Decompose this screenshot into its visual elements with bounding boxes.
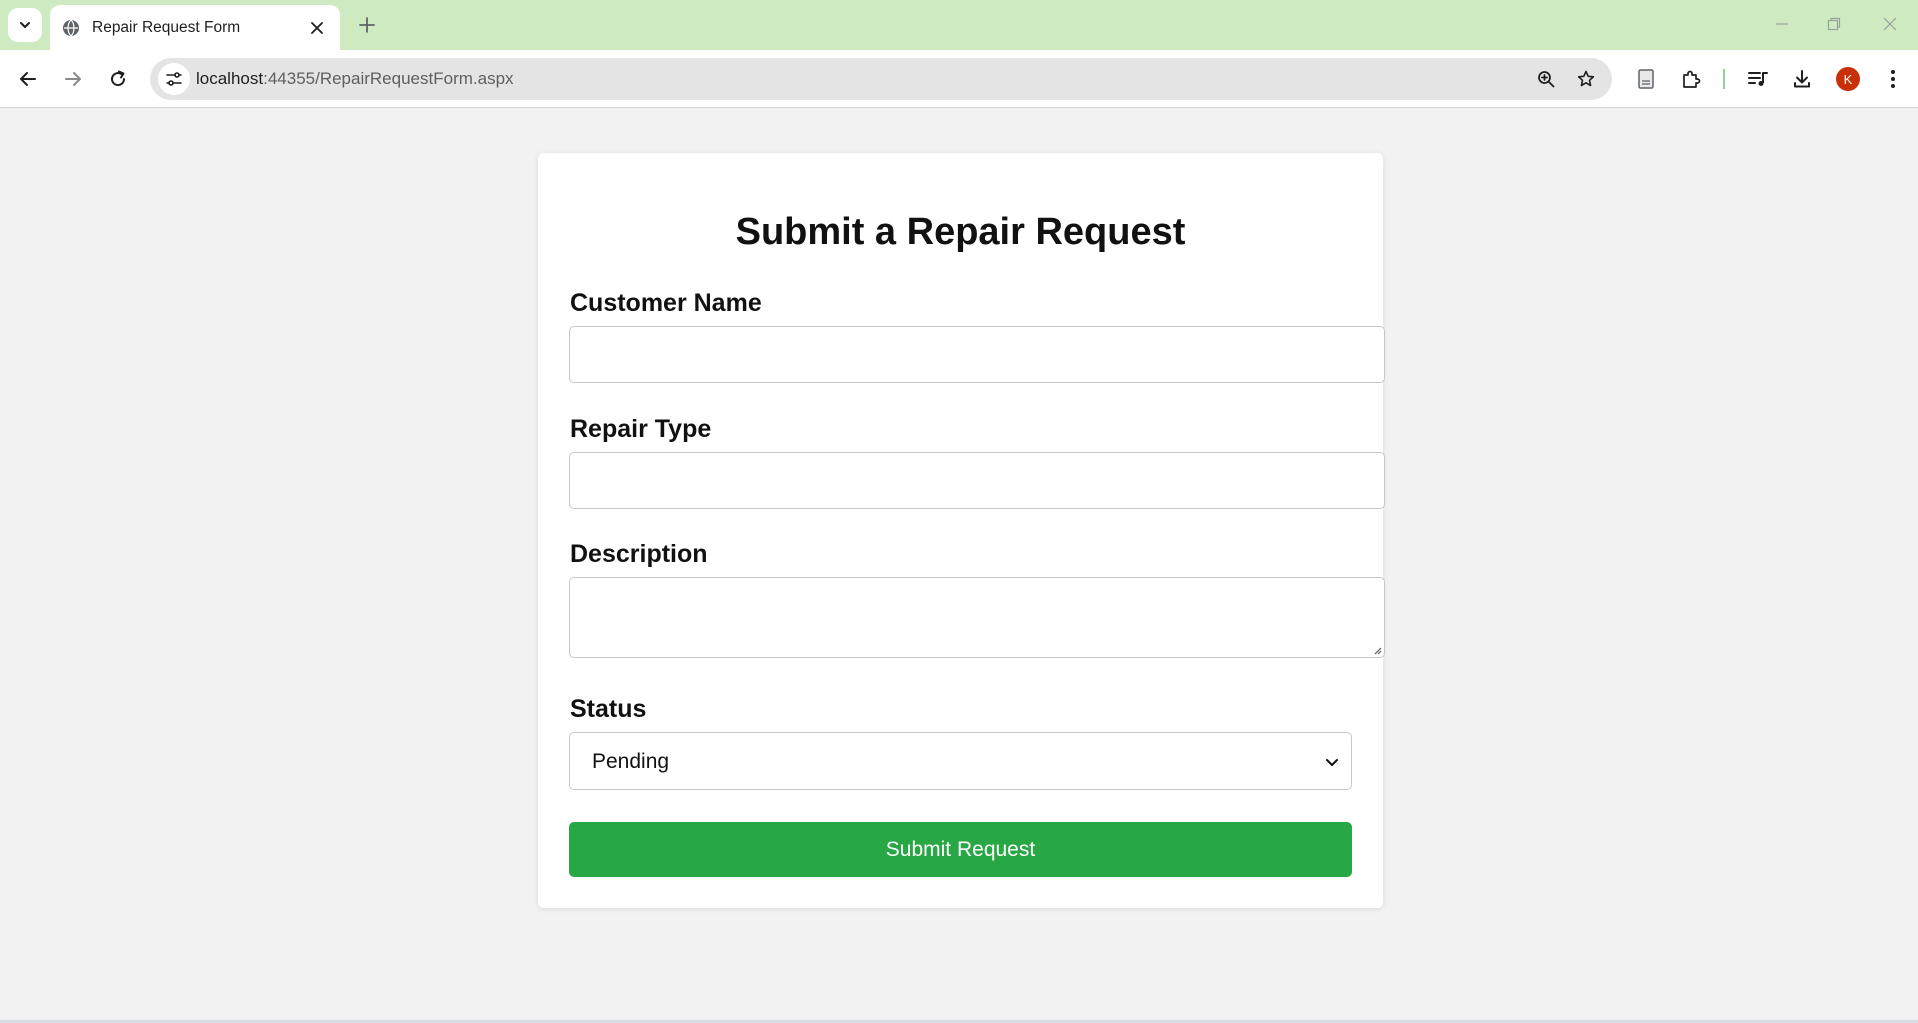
tab-close-icon[interactable] [306,17,328,39]
browser-tab[interactable]: Repair Request Form [50,5,340,50]
page-title: Submit a Repair Request [735,211,1186,253]
close-icon [1883,17,1897,31]
document-icon [1638,69,1654,89]
minimize-button[interactable] [1760,6,1804,42]
resize-grip-icon[interactable] [1372,645,1382,655]
arrow-left-icon [20,72,36,86]
reload-button[interactable] [100,61,136,97]
profile-avatar[interactable]: K [1836,67,1860,91]
zoom-button[interactable] [1530,63,1562,95]
tab-search-button[interactable] [8,8,42,42]
back-button[interactable] [10,61,46,97]
repair-request-card: Submit a Repair Request Customer Name Re… [538,153,1385,908]
site-info-button[interactable] [158,63,190,95]
url-path: :44355/RepairRequestForm.aspx [263,69,514,88]
description-label: Description [570,540,708,568]
customer-name-label: Customer Name [570,289,762,317]
reload-icon [111,70,126,87]
chevron-down-icon [20,22,30,28]
reading-mode-button[interactable] [1628,61,1664,97]
zoom-in-icon [1538,71,1555,88]
url-host: localhost [196,69,264,88]
more-vertical-icon [1891,70,1895,88]
new-tab-button[interactable] [352,10,382,40]
restore-icon [1827,17,1841,31]
repair-type-input[interactable] [569,452,1385,509]
downloads-button[interactable] [1784,61,1820,97]
url-text[interactable]: localhost:44355/RepairRequestForm.aspx [196,69,514,89]
customer-name-input[interactable] [569,326,1385,383]
address-bar[interactable]: localhost:44355/RepairRequestForm.aspx [150,58,1612,100]
download-icon [1794,70,1810,88]
bookmark-button[interactable] [1570,63,1602,95]
status-select[interactable]: Pending [569,732,1352,790]
chevron-down-icon [1323,753,1341,771]
plus-icon [359,17,375,33]
status-label: Status [570,695,647,723]
puzzle-icon [1683,70,1701,88]
restore-button[interactable] [1812,6,1856,42]
minimize-icon [1776,23,1788,25]
tune-icon [166,72,182,86]
tab-title: Repair Request Form [92,18,241,36]
browser-menu-button[interactable] [1875,61,1911,97]
submit-request-button[interactable]: Submit Request [569,822,1352,877]
media-controls-button[interactable] [1740,61,1776,97]
playlist-icon [1748,72,1768,86]
close-window-button[interactable] [1868,6,1912,42]
extensions-button[interactable] [1673,61,1709,97]
toolbar-divider [1723,69,1725,89]
browser-titlebar: Repair Request Form [0,0,1918,50]
arrow-right-icon [65,72,81,86]
browser-toolbar: localhost:44355/RepairRequestForm.aspx [0,50,1918,108]
status-selected-value: Pending [592,750,670,773]
globe-icon [62,19,80,37]
forward-button[interactable] [55,61,91,97]
description-textarea[interactable] [569,577,1385,658]
repair-type-label: Repair Type [570,415,712,443]
star-icon [1577,70,1595,87]
